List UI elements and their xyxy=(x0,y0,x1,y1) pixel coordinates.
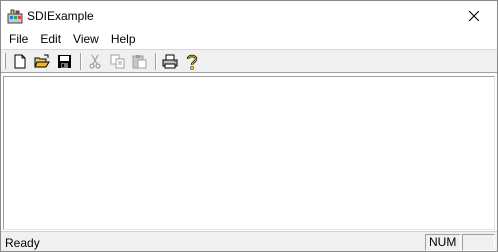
title-bar[interactable]: SDIExample xyxy=(1,1,497,30)
cut-icon xyxy=(89,54,101,69)
status-message: Ready xyxy=(5,236,40,250)
menu-bar: File Edit View Help xyxy=(1,30,497,49)
status-bar: Ready NUM xyxy=(1,231,497,251)
print-icon xyxy=(162,54,178,69)
help-icon xyxy=(186,54,198,69)
mfc-app-icon[interactable] xyxy=(7,8,23,24)
help-button[interactable] xyxy=(182,52,202,71)
paste-button[interactable] xyxy=(129,52,149,71)
copy-icon xyxy=(110,54,124,69)
close-icon xyxy=(469,10,479,21)
menu-view[interactable]: View xyxy=(67,31,105,48)
document-view[interactable] xyxy=(3,76,495,230)
save-icon xyxy=(57,55,71,68)
toolbar-separator xyxy=(155,53,157,70)
toolbar xyxy=(1,49,497,73)
paste-icon xyxy=(132,55,146,69)
window-title: SDIExample xyxy=(27,9,94,23)
menu-file[interactable]: File xyxy=(3,31,34,48)
cut-button[interactable] xyxy=(85,52,105,71)
toolbar-grip[interactable] xyxy=(3,53,6,69)
copy-button[interactable] xyxy=(107,52,127,71)
toolbar-separator xyxy=(80,53,82,70)
new-button[interactable] xyxy=(10,52,30,71)
save-button[interactable] xyxy=(54,52,74,71)
new-document-icon xyxy=(14,54,26,69)
menu-help[interactable]: Help xyxy=(105,31,142,48)
menu-edit[interactable]: Edit xyxy=(34,31,67,48)
scroll-lock-indicator xyxy=(462,234,495,251)
app-window: SDIExample File Edit View Help Ready NUM xyxy=(0,0,498,252)
num-lock-indicator: NUM xyxy=(425,234,461,251)
print-button[interactable] xyxy=(160,52,180,71)
open-folder-icon xyxy=(34,54,50,68)
open-button[interactable] xyxy=(32,52,52,71)
close-button[interactable] xyxy=(451,1,497,30)
